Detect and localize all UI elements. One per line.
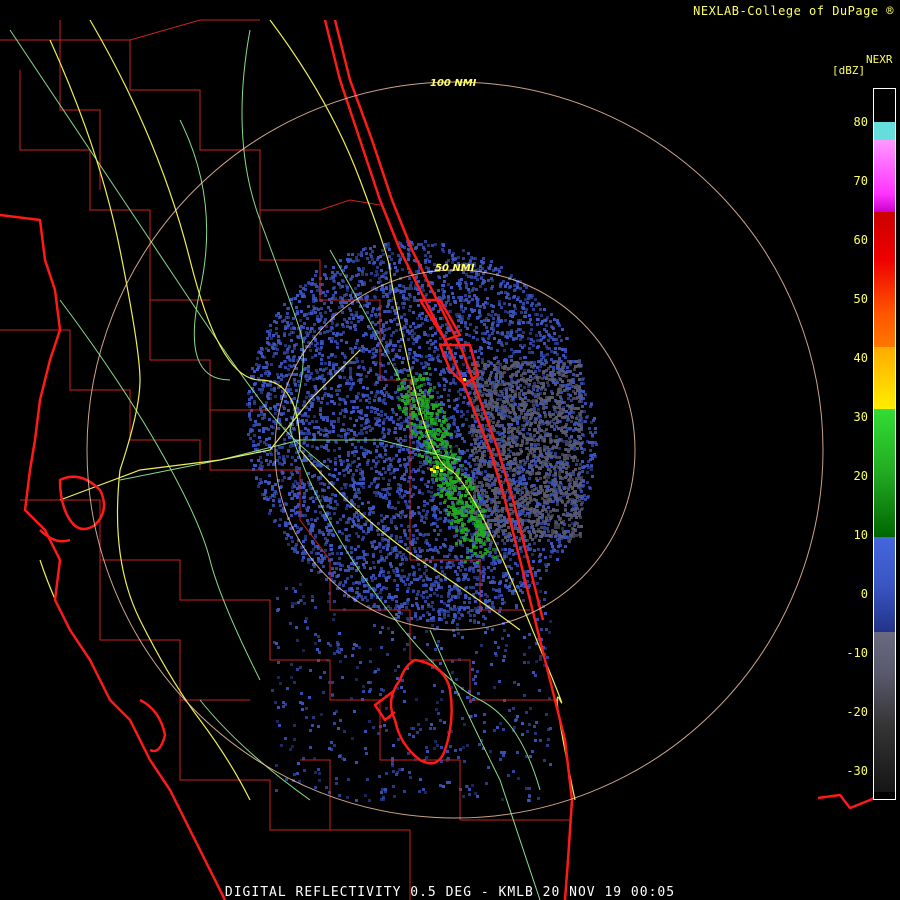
scale-segment-cyan [874, 122, 895, 140]
scale-segment-red [874, 212, 895, 347]
scale-tick: 50 [853, 292, 868, 306]
scale-tick: 20 [853, 469, 868, 483]
scale-tick: 70 [853, 174, 868, 188]
scale-tick: -10 [846, 646, 868, 660]
scale-tick: -20 [846, 705, 868, 719]
scale-tick: -30 [846, 764, 868, 778]
product-caption: DIGITAL REFLECTIVITY 0.5 DEG - KMLB 20 N… [224, 885, 676, 900]
radar-site-marker [451, 446, 459, 454]
scale-segment-yellow [874, 347, 895, 409]
scale-tick: 10 [853, 528, 868, 542]
header-credit: NEXLAB-College of DuPage ® [693, 4, 894, 18]
range-ring-label-50: 50 NMI [435, 263, 475, 274]
scale-tick: 30 [853, 410, 868, 424]
units-label: [dBZ] [832, 64, 866, 77]
radar-map: 50 NMI 100 NMI [0, 0, 900, 900]
scale-segment-blue [874, 537, 895, 632]
dbz-color-scale [873, 88, 896, 800]
product-id-label: NEXR [866, 53, 893, 66]
scale-segment-gray [874, 632, 895, 792]
scale-segment-magenta [874, 140, 895, 212]
scale-tick: 80 [853, 115, 868, 129]
range-ring-label-100: 100 NMI [430, 78, 477, 89]
scale-segment-green [874, 409, 895, 537]
scale-tick: 60 [853, 233, 868, 247]
scale-tick: 0 [860, 587, 868, 601]
scale-tick: 40 [853, 351, 868, 365]
